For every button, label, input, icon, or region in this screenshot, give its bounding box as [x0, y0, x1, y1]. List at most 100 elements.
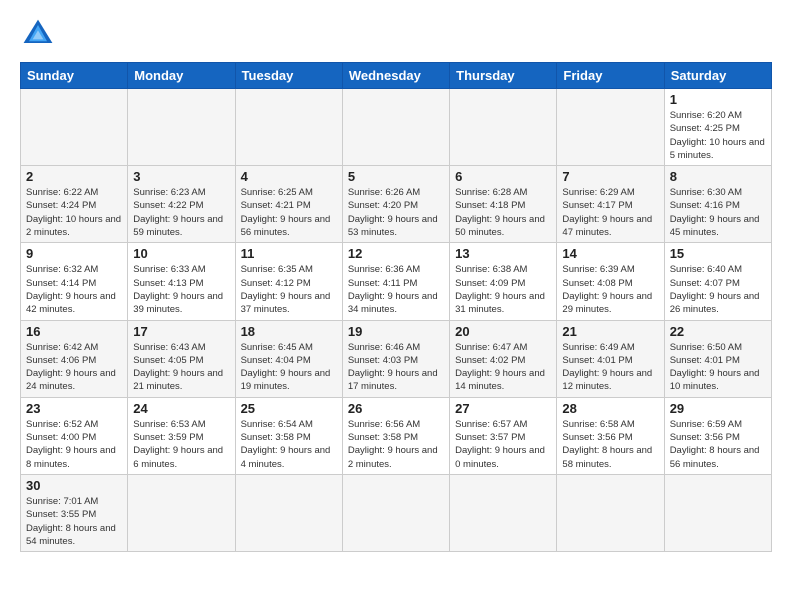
- calendar-cell: [450, 474, 557, 551]
- weekday-header-wednesday: Wednesday: [342, 63, 449, 89]
- calendar-cell: [21, 89, 128, 166]
- day-info: Sunrise: 6:43 AM Sunset: 4:05 PM Dayligh…: [133, 341, 229, 394]
- day-number: 10: [133, 246, 229, 261]
- calendar-cell: 21 Sunrise: 6:49 AM Sunset: 4:01 PM Dayli…: [557, 320, 664, 397]
- day-number: 22: [670, 324, 766, 339]
- day-info: Sunrise: 6:42 AM Sunset: 4:06 PM Dayligh…: [26, 341, 122, 394]
- logo: [20, 16, 62, 52]
- calendar-cell: [342, 474, 449, 551]
- day-number: 12: [348, 246, 444, 261]
- day-number: 21: [562, 324, 658, 339]
- calendar-cell: [128, 474, 235, 551]
- calendar-cell: 23 Sunrise: 6:52 AM Sunset: 4:00 PM Dayli…: [21, 397, 128, 474]
- calendar-cell: 25 Sunrise: 6:54 AM Sunset: 3:58 PM Dayli…: [235, 397, 342, 474]
- calendar-cell: 20 Sunrise: 6:47 AM Sunset: 4:02 PM Dayli…: [450, 320, 557, 397]
- day-number: 8: [670, 169, 766, 184]
- calendar-cell: 16 Sunrise: 6:42 AM Sunset: 4:06 PM Dayli…: [21, 320, 128, 397]
- day-info: Sunrise: 6:30 AM Sunset: 4:16 PM Dayligh…: [670, 186, 766, 239]
- day-number: 13: [455, 246, 551, 261]
- day-number: 28: [562, 401, 658, 416]
- day-info: Sunrise: 6:40 AM Sunset: 4:07 PM Dayligh…: [670, 263, 766, 316]
- calendar-cell: 15 Sunrise: 6:40 AM Sunset: 4:07 PM Dayli…: [664, 243, 771, 320]
- day-info: Sunrise: 6:39 AM Sunset: 4:08 PM Dayligh…: [562, 263, 658, 316]
- weekday-header-tuesday: Tuesday: [235, 63, 342, 89]
- calendar-cell: 6Sunrise: 6:28 AM Sunset: 4:18 PM Daylig…: [450, 166, 557, 243]
- day-number: 25: [241, 401, 337, 416]
- day-info: Sunrise: 6:36 AM Sunset: 4:11 PM Dayligh…: [348, 263, 444, 316]
- day-number: 2: [26, 169, 122, 184]
- calendar-table: SundayMondayTuesdayWednesdayThursdayFrid…: [20, 62, 772, 552]
- calendar-cell: 12 Sunrise: 6:36 AM Sunset: 4:11 PM Dayli…: [342, 243, 449, 320]
- calendar-cell: 1 Sunrise: 6:20 AM Sunset: 4:25 PM Daylig…: [664, 89, 771, 166]
- day-number: 20: [455, 324, 551, 339]
- calendar-cell: 26 Sunrise: 6:56 AM Sunset: 3:58 PM Dayli…: [342, 397, 449, 474]
- weekday-header-friday: Friday: [557, 63, 664, 89]
- day-info: Sunrise: 6:45 AM Sunset: 4:04 PM Dayligh…: [241, 341, 337, 394]
- day-number: 4: [241, 169, 337, 184]
- weekday-header-sunday: Sunday: [21, 63, 128, 89]
- day-info: Sunrise: 6:23 AM Sunset: 4:22 PM Dayligh…: [133, 186, 229, 239]
- calendar-cell: 17 Sunrise: 6:43 AM Sunset: 4:05 PM Dayli…: [128, 320, 235, 397]
- header: [20, 16, 772, 52]
- day-info: Sunrise: 6:22 AM Sunset: 4:24 PM Dayligh…: [26, 186, 122, 239]
- day-info: Sunrise: 7:01 AM Sunset: 3:55 PM Dayligh…: [26, 495, 122, 548]
- day-number: 1: [670, 92, 766, 107]
- calendar-cell: 27 Sunrise: 6:57 AM Sunset: 3:57 PM Dayli…: [450, 397, 557, 474]
- calendar-cell: 24 Sunrise: 6:53 AM Sunset: 3:59 PM Dayli…: [128, 397, 235, 474]
- day-info: Sunrise: 6:33 AM Sunset: 4:13 PM Dayligh…: [133, 263, 229, 316]
- day-number: 26: [348, 401, 444, 416]
- calendar-cell: 22 Sunrise: 6:50 AM Sunset: 4:01 PM Dayli…: [664, 320, 771, 397]
- generalblue-logo-icon: [20, 16, 56, 52]
- day-info: Sunrise: 6:26 AM Sunset: 4:20 PM Dayligh…: [348, 186, 444, 239]
- calendar-cell: 29Sunrise: 6:59 AM Sunset: 3:56 PM Dayli…: [664, 397, 771, 474]
- calendar-cell: 10 Sunrise: 6:33 AM Sunset: 4:13 PM Dayli…: [128, 243, 235, 320]
- calendar-cell: 19Sunrise: 6:46 AM Sunset: 4:03 PM Dayli…: [342, 320, 449, 397]
- day-info: Sunrise: 6:28 AM Sunset: 4:18 PM Dayligh…: [455, 186, 551, 239]
- calendar-week-row: 9Sunrise: 6:32 AM Sunset: 4:14 PM Daylig…: [21, 243, 772, 320]
- day-number: 30: [26, 478, 122, 493]
- day-info: Sunrise: 6:56 AM Sunset: 3:58 PM Dayligh…: [348, 418, 444, 471]
- day-info: Sunrise: 6:38 AM Sunset: 4:09 PM Dayligh…: [455, 263, 551, 316]
- calendar-cell: [450, 89, 557, 166]
- day-number: 16: [26, 324, 122, 339]
- day-number: 11: [241, 246, 337, 261]
- calendar-cell: 2 Sunrise: 6:22 AM Sunset: 4:24 PM Daylig…: [21, 166, 128, 243]
- day-info: Sunrise: 6:46 AM Sunset: 4:03 PM Dayligh…: [348, 341, 444, 394]
- weekday-header-thursday: Thursday: [450, 63, 557, 89]
- calendar-cell: 18Sunrise: 6:45 AM Sunset: 4:04 PM Dayli…: [235, 320, 342, 397]
- day-info: Sunrise: 6:54 AM Sunset: 3:58 PM Dayligh…: [241, 418, 337, 471]
- day-info: Sunrise: 6:52 AM Sunset: 4:00 PM Dayligh…: [26, 418, 122, 471]
- calendar-cell: 28 Sunrise: 6:58 AM Sunset: 3:56 PM Dayli…: [557, 397, 664, 474]
- calendar-cell: 13 Sunrise: 6:38 AM Sunset: 4:09 PM Dayli…: [450, 243, 557, 320]
- calendar-cell: [557, 474, 664, 551]
- day-number: 14: [562, 246, 658, 261]
- calendar-cell: 11 Sunrise: 6:35 AM Sunset: 4:12 PM Dayli…: [235, 243, 342, 320]
- day-info: Sunrise: 6:53 AM Sunset: 3:59 PM Dayligh…: [133, 418, 229, 471]
- day-number: 23: [26, 401, 122, 416]
- weekday-header-saturday: Saturday: [664, 63, 771, 89]
- calendar-week-row: 23 Sunrise: 6:52 AM Sunset: 4:00 PM Dayli…: [21, 397, 772, 474]
- calendar-cell: [235, 474, 342, 551]
- day-number: 17: [133, 324, 229, 339]
- day-number: 3: [133, 169, 229, 184]
- day-info: Sunrise: 6:35 AM Sunset: 4:12 PM Dayligh…: [241, 263, 337, 316]
- page: SundayMondayTuesdayWednesdayThursdayFrid…: [0, 0, 792, 562]
- calendar-cell: 9Sunrise: 6:32 AM Sunset: 4:14 PM Daylig…: [21, 243, 128, 320]
- day-number: 27: [455, 401, 551, 416]
- calendar-header-row: SundayMondayTuesdayWednesdayThursdayFrid…: [21, 63, 772, 89]
- day-info: Sunrise: 6:49 AM Sunset: 4:01 PM Dayligh…: [562, 341, 658, 394]
- calendar-cell: 7Sunrise: 6:29 AM Sunset: 4:17 PM Daylig…: [557, 166, 664, 243]
- calendar-week-row: 2 Sunrise: 6:22 AM Sunset: 4:24 PM Daylig…: [21, 166, 772, 243]
- calendar-week-row: 30 Sunrise: 7:01 AM Sunset: 3:55 PM Dayli…: [21, 474, 772, 551]
- day-info: Sunrise: 6:58 AM Sunset: 3:56 PM Dayligh…: [562, 418, 658, 471]
- day-info: Sunrise: 6:50 AM Sunset: 4:01 PM Dayligh…: [670, 341, 766, 394]
- day-number: 24: [133, 401, 229, 416]
- day-number: 5: [348, 169, 444, 184]
- day-info: Sunrise: 6:20 AM Sunset: 4:25 PM Dayligh…: [670, 109, 766, 162]
- day-info: Sunrise: 6:57 AM Sunset: 3:57 PM Dayligh…: [455, 418, 551, 471]
- calendar-cell: 5 Sunrise: 6:26 AM Sunset: 4:20 PM Daylig…: [342, 166, 449, 243]
- day-number: 15: [670, 246, 766, 261]
- day-number: 9: [26, 246, 122, 261]
- day-info: Sunrise: 6:47 AM Sunset: 4:02 PM Dayligh…: [455, 341, 551, 394]
- day-info: Sunrise: 6:29 AM Sunset: 4:17 PM Dayligh…: [562, 186, 658, 239]
